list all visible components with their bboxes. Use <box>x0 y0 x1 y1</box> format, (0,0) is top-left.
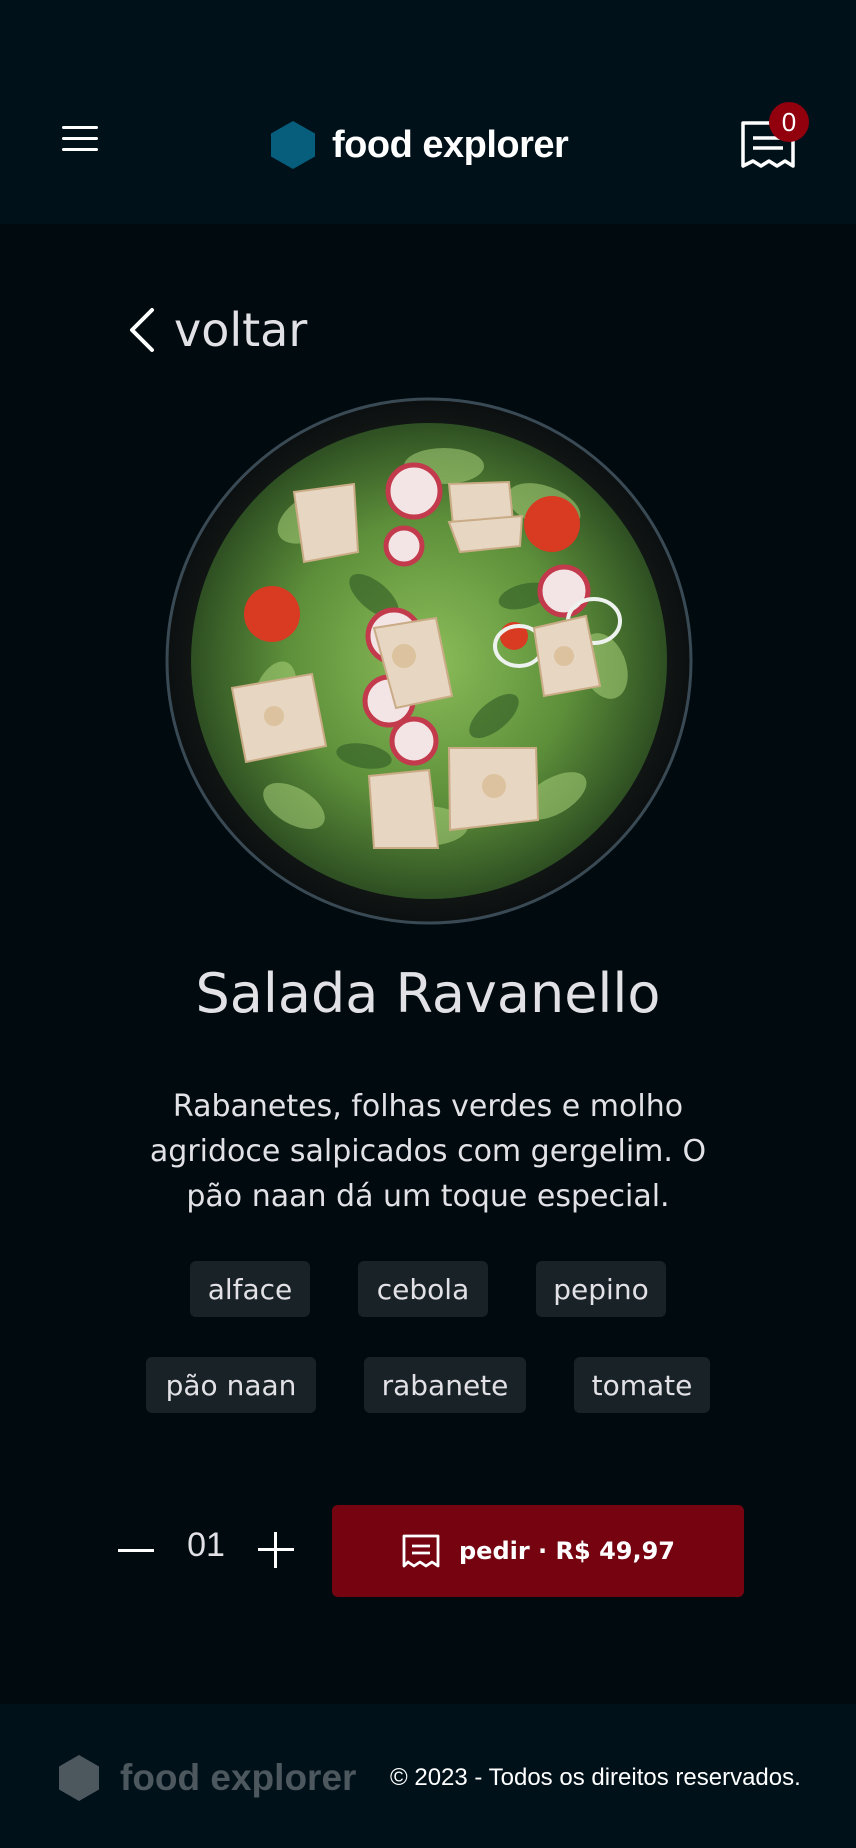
brand-logo[interactable]: food explorer <box>270 118 569 172</box>
menu-icon-line <box>62 126 98 129</box>
order-button-label: pedir ∙ R$ 49,97 <box>459 1537 675 1565</box>
ingredient-tag: cebola <box>358 1261 488 1317</box>
chevron-left-icon <box>130 308 154 352</box>
back-link[interactable]: voltar <box>124 300 307 360</box>
increase-quantity-button[interactable] <box>254 1528 298 1572</box>
order-button[interactable]: pedir ∙ R$ 49,97 <box>332 1505 744 1597</box>
menu-button[interactable] <box>56 118 104 158</box>
ingredient-tag: pepino <box>536 1261 666 1317</box>
ingredient-tag: rabanete <box>364 1357 526 1413</box>
ingredient-tag: pão naan <box>146 1357 316 1413</box>
decrease-quantity-button[interactable] <box>114 1530 158 1570</box>
quantity-value: 01 <box>187 1526 225 1564</box>
ingredient-tag: alface <box>190 1261 310 1317</box>
hexagon-logo-icon <box>271 121 315 169</box>
back-label: voltar <box>174 303 308 357</box>
plus-icon-stem <box>274 1532 277 1568</box>
dish-title: Salada Ravanello <box>195 962 661 1025</box>
footer: food explorer © 2023 - Todos os direitos… <box>0 1704 856 1848</box>
dish-description: Rabanetes, folhas verdes e molho agridoc… <box>149 1089 707 1214</box>
hexagon-logo-icon <box>59 1755 99 1801</box>
minus-icon <box>118 1549 154 1552</box>
header: food explorer 0 <box>0 0 856 224</box>
footer-brand-name: food explorer <box>120 1757 357 1798</box>
dish-image <box>165 397 693 925</box>
menu-icon-line <box>62 137 98 140</box>
menu-icon-line <box>62 148 98 151</box>
brand-name: food explorer <box>332 123 569 166</box>
receipt-icon <box>402 1534 440 1568</box>
footer-brand: food explorer <box>58 1752 356 1804</box>
copyright-text: © 2023 - Todos os direitos reservados. <box>390 1764 801 1791</box>
ingredient-tag: tomate <box>574 1357 710 1413</box>
cart-count-badge: 0 <box>769 102 809 142</box>
